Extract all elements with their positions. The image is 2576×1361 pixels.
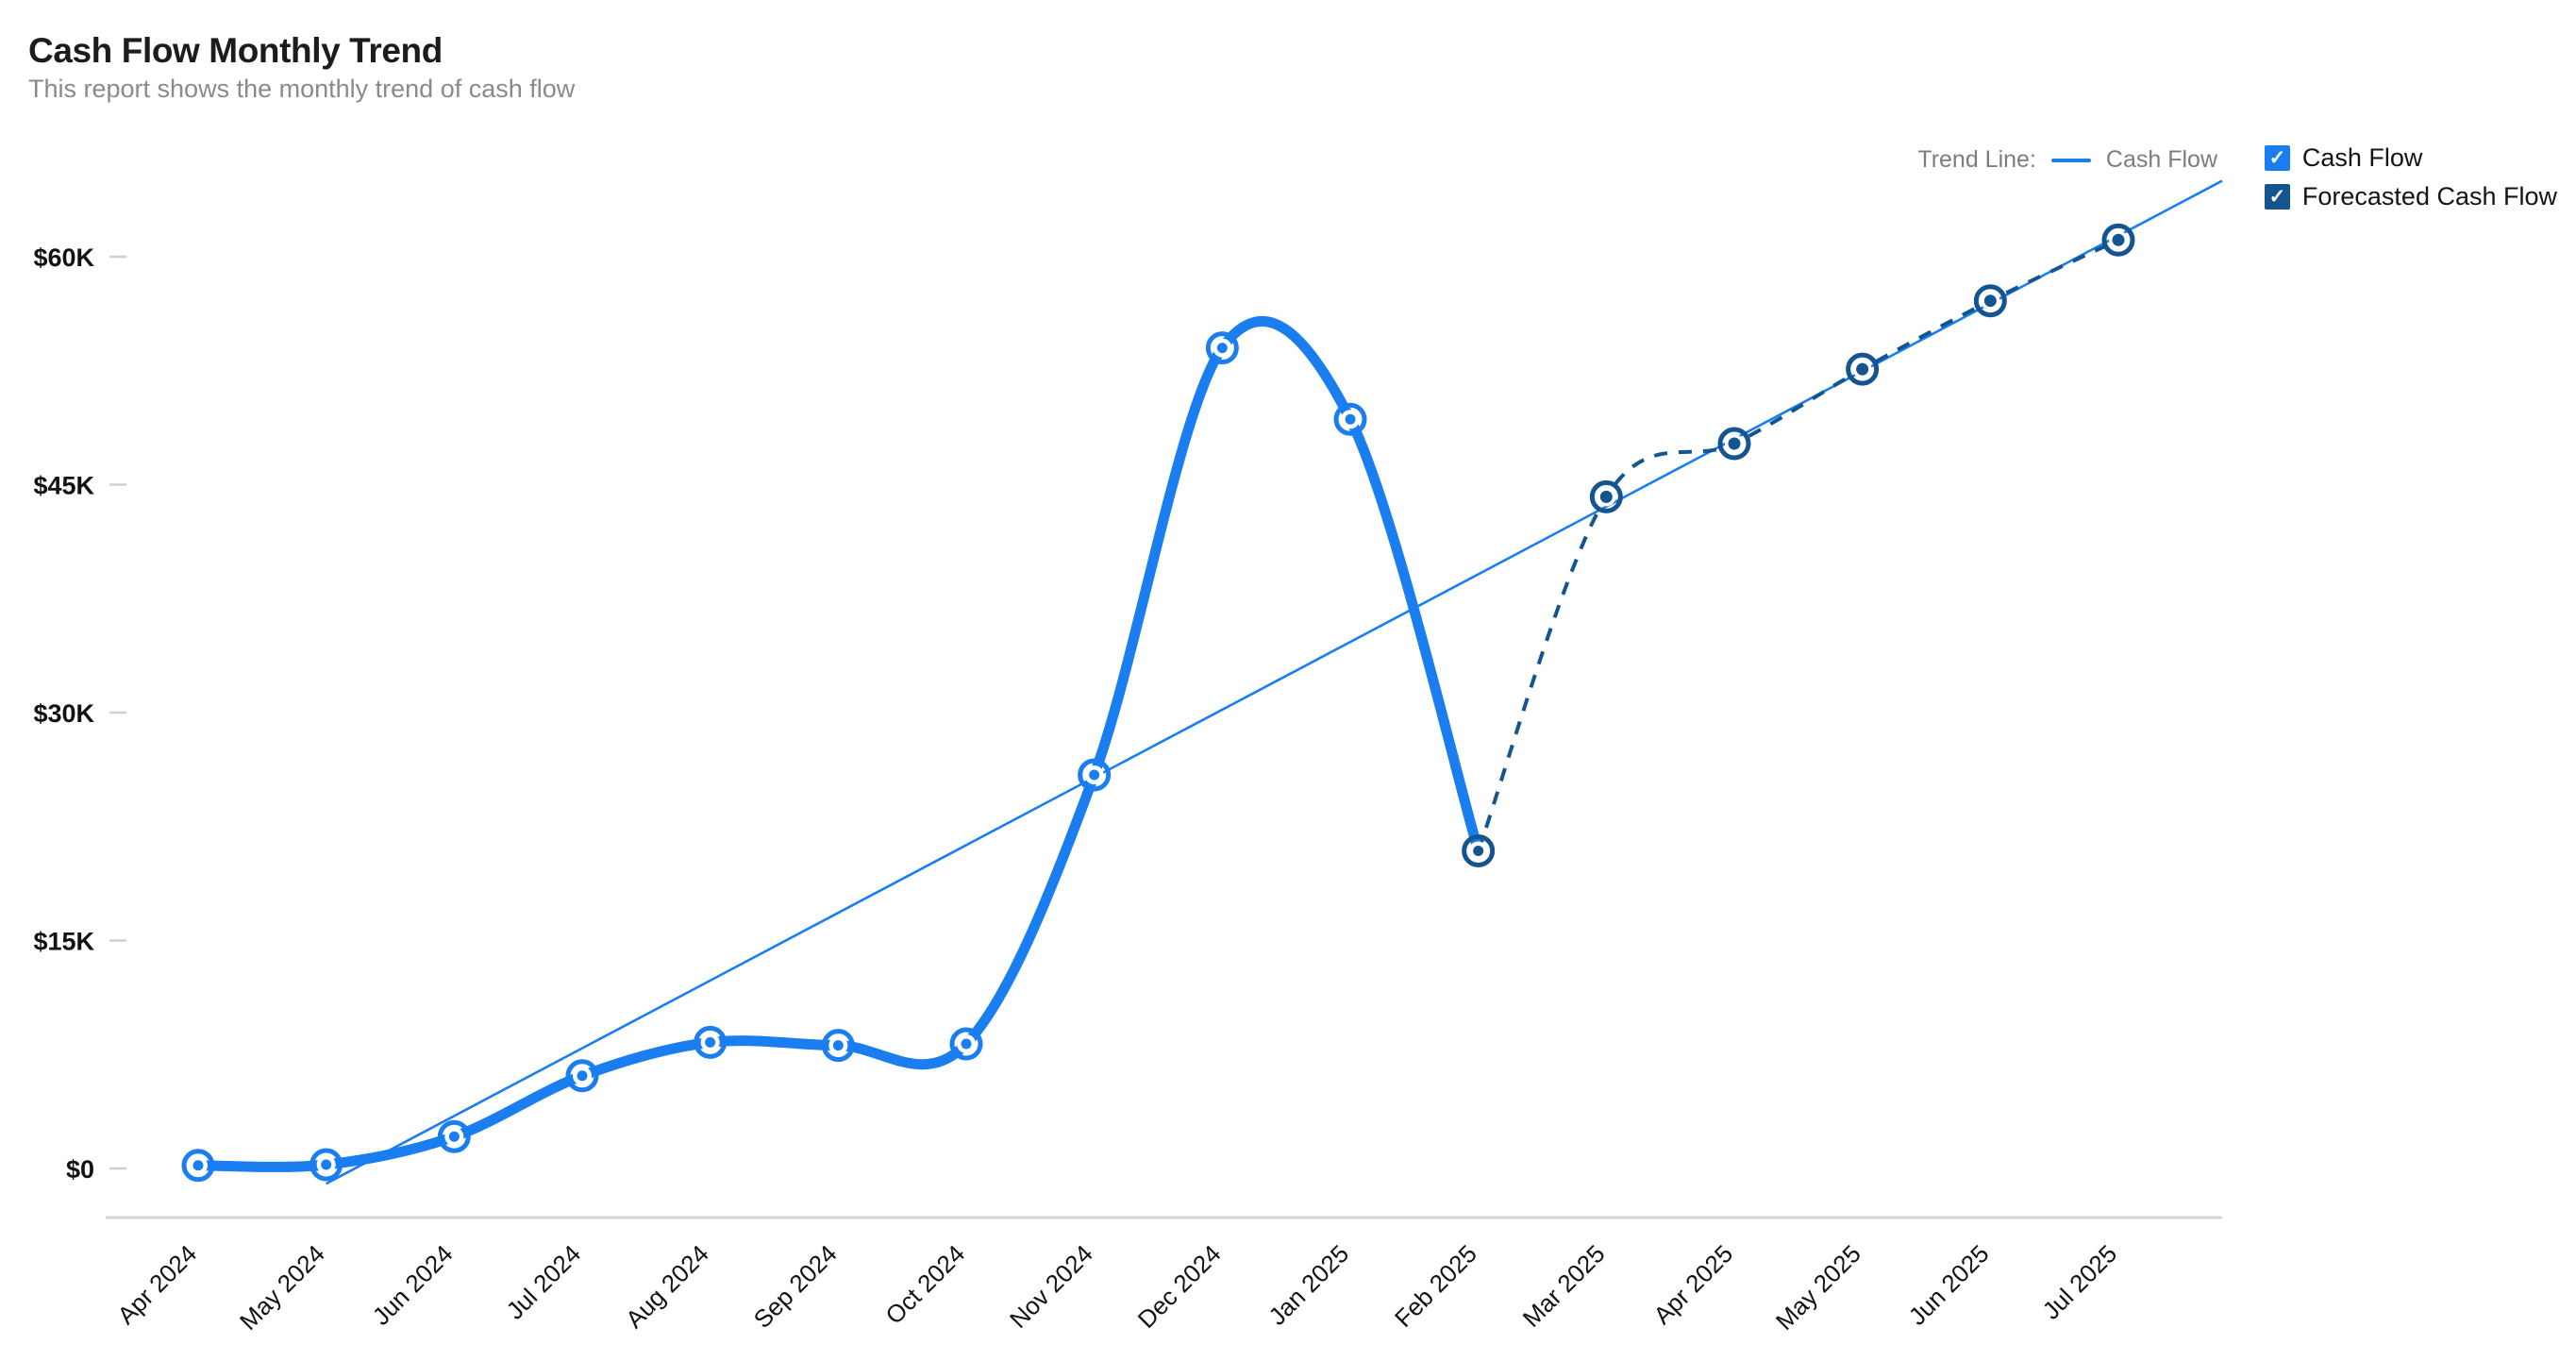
chart-svg: $0 $15K $30K $45K $60K Apr 2024 May 2024 Jun 2… xyxy=(33,179,2223,1336)
data-point-marker[interactable] xyxy=(1846,352,1880,386)
y-axis-tick-label: $0 xyxy=(66,1155,94,1184)
forecasted-cash-flow-series xyxy=(1476,238,2119,852)
y-axis-tick-label: $30K xyxy=(33,699,94,728)
x-axis-tick-label: Mar 2025 xyxy=(1517,1239,1611,1333)
x-axis-tick-label: May 2024 xyxy=(234,1239,330,1336)
x-axis-tick-label: Jul 2024 xyxy=(501,1239,587,1325)
x-axis-tick-label: Jun 2024 xyxy=(367,1239,459,1331)
y-axis-tick-label: $15K xyxy=(33,928,94,956)
x-axis-tick-label: Apr 2025 xyxy=(1648,1239,1738,1330)
data-point-marker[interactable] xyxy=(1205,331,1239,365)
trend-line-series xyxy=(326,179,2223,1185)
x-axis: Apr 2024 May 2024 Jun 2024 Jul 2024 Aug 2024… xyxy=(106,1216,2222,1336)
trend-line xyxy=(326,179,2223,1185)
y-axis-tick-label: $45K xyxy=(33,472,94,500)
y-axis-tick-label: $60K xyxy=(33,244,94,272)
x-axis-tick-label: Jun 2025 xyxy=(1903,1239,1995,1331)
x-axis-tick-label: Apr 2024 xyxy=(111,1239,202,1330)
x-axis-tick-label: Nov 2024 xyxy=(1004,1239,1098,1334)
x-axis-tick-label: Jul 2025 xyxy=(2037,1239,2123,1325)
data-point-marker[interactable] xyxy=(949,1027,983,1061)
data-point-markers xyxy=(181,223,2135,1183)
x-axis-tick-label: Dec 2024 xyxy=(1132,1239,1227,1334)
forecast-line xyxy=(1476,238,2119,852)
x-axis-tick-label: Oct 2024 xyxy=(879,1239,970,1330)
x-axis-tick-label: May 2025 xyxy=(1770,1239,1866,1336)
x-axis-tick-label: Feb 2025 xyxy=(1389,1239,1482,1333)
x-axis-tick-label: Aug 2024 xyxy=(620,1239,714,1334)
x-axis-tick-label: Jan 2025 xyxy=(1263,1239,1354,1331)
x-axis-tick-label: Sep 2024 xyxy=(748,1239,843,1334)
data-point-marker[interactable] xyxy=(1973,284,2007,318)
y-axis: $0 $15K $30K $45K $60K xyxy=(33,244,126,1184)
chart-plot-area: $0 $15K $30K $45K $60K Apr 2024 May 2024 Jun 2… xyxy=(0,0,2576,1361)
